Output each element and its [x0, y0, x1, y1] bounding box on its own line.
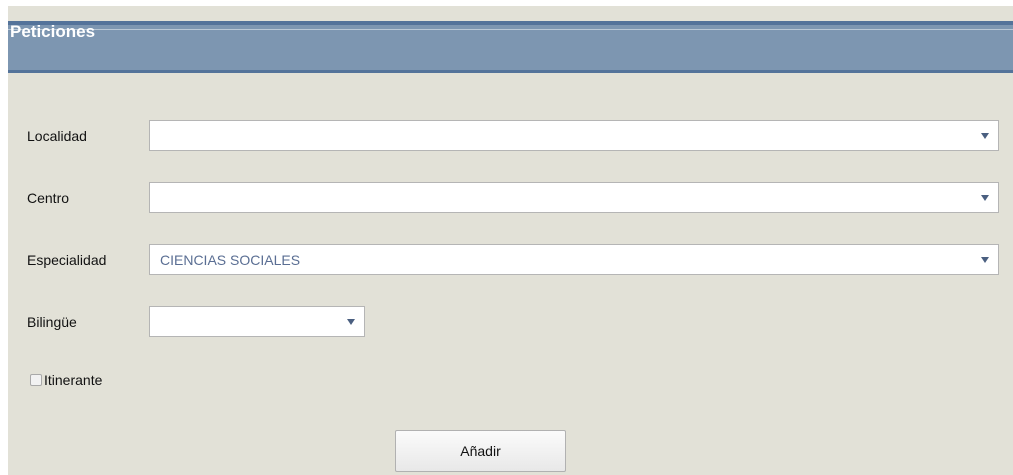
chevron-down-icon: [981, 257, 989, 263]
bilingue-label: Bilingüe: [27, 314, 77, 330]
peticiones-panel: Peticiones Localidad Centro Especialidad…: [8, 6, 1013, 475]
chevron-down-icon: [981, 195, 989, 201]
chevron-down-icon: [981, 133, 989, 139]
especialidad-select-value: CIENCIAS SOCIALES: [160, 252, 301, 268]
localidad-label: Localidad: [27, 128, 87, 144]
centro-select[interactable]: [149, 182, 999, 213]
header-divider: [8, 29, 1013, 30]
localidad-select[interactable]: [149, 120, 999, 151]
itinerante-checkbox[interactable]: [30, 374, 42, 386]
especialidad-label: Especialidad: [27, 252, 107, 268]
panel-title: Peticiones: [10, 22, 96, 41]
bilingue-select[interactable]: [149, 306, 365, 337]
especialidad-select[interactable]: CIENCIAS SOCIALES: [149, 244, 999, 275]
panel-header: [8, 21, 1013, 73]
chevron-down-icon: [347, 319, 355, 325]
itinerante-label[interactable]: Itinerante: [44, 372, 102, 388]
add-button[interactable]: Añadir: [395, 430, 566, 472]
centro-label: Centro: [27, 190, 70, 206]
